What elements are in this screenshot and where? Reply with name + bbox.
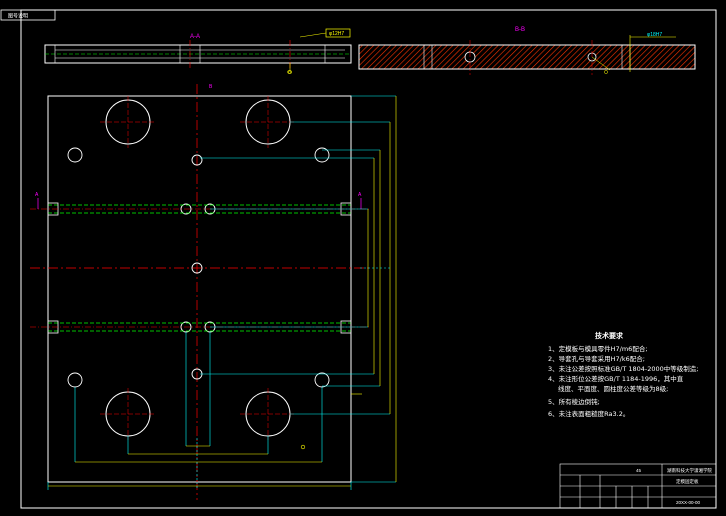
- title-part-name: 定模固定板: [676, 478, 699, 485]
- centerline-label-b: B: [209, 84, 213, 90]
- section-label-top-left: A-A: [190, 34, 200, 40]
- tech-req-line: 3、未注公差按照标准GB/T 1804-2000中等级制造;: [548, 365, 699, 373]
- large-hole-bottom-right: [240, 388, 296, 440]
- hatched-plate: [358, 44, 696, 70]
- small-hole: [67, 372, 83, 388]
- tech-req-line: 4、未注形位公差按GB/T 1184-1996，其中直: [548, 375, 684, 383]
- small-hole: [314, 372, 330, 388]
- cad-drawing-canvas[interactable]: 图号说明 A-A φ12H7 B-B φ18H7 B A A 湖南科技大学潇湘学…: [0, 0, 726, 516]
- section-label-top-right: B-B: [515, 27, 525, 33]
- large-hole-top-left: [100, 96, 156, 148]
- section-marker-a-left: A: [35, 192, 39, 198]
- tech-req-line: 线度、平面度、圆柱度公差等级为8级;: [558, 385, 669, 393]
- tech-requirements-title: 技术要求: [595, 332, 623, 340]
- dimension-ladder-right: [200, 95, 397, 483]
- tab-label: 图号说明: [8, 13, 28, 20]
- section-view-a-a: A-A φ12H7: [44, 28, 352, 74]
- drawing-frame: [20, 9, 717, 509]
- large-hole-bottom-left: [100, 388, 156, 440]
- tech-req-line: 2、导套孔与导套采用H7/k6配合;: [548, 355, 645, 363]
- plate-outline: [47, 95, 352, 483]
- tech-req-line: 1、定模板与模具零件H7/m6配合;: [548, 345, 648, 353]
- section-marker-a-right: A: [358, 192, 362, 198]
- small-hole: [67, 147, 83, 163]
- section-view-b-b: B-B φ18H7: [358, 27, 696, 75]
- plan-view: B A A: [30, 70, 397, 500]
- tech-req-line: 6、未注表面粗糙度Ra3.2。: [548, 410, 630, 418]
- tab-label-box[interactable]: 图号说明: [0, 9, 56, 21]
- large-hole-top-right: [240, 96, 296, 148]
- dimension-ladder-bottom: [47, 332, 352, 490]
- tech-req-line: 5、所有棱边倒钝;: [548, 398, 600, 406]
- title-drawing-no: 20XX-00-00: [676, 500, 701, 505]
- title-school: 湖南科技大学潇湘学院: [667, 467, 712, 474]
- title-material: 45: [636, 468, 642, 473]
- dim-top-box: φ12H7: [329, 31, 344, 37]
